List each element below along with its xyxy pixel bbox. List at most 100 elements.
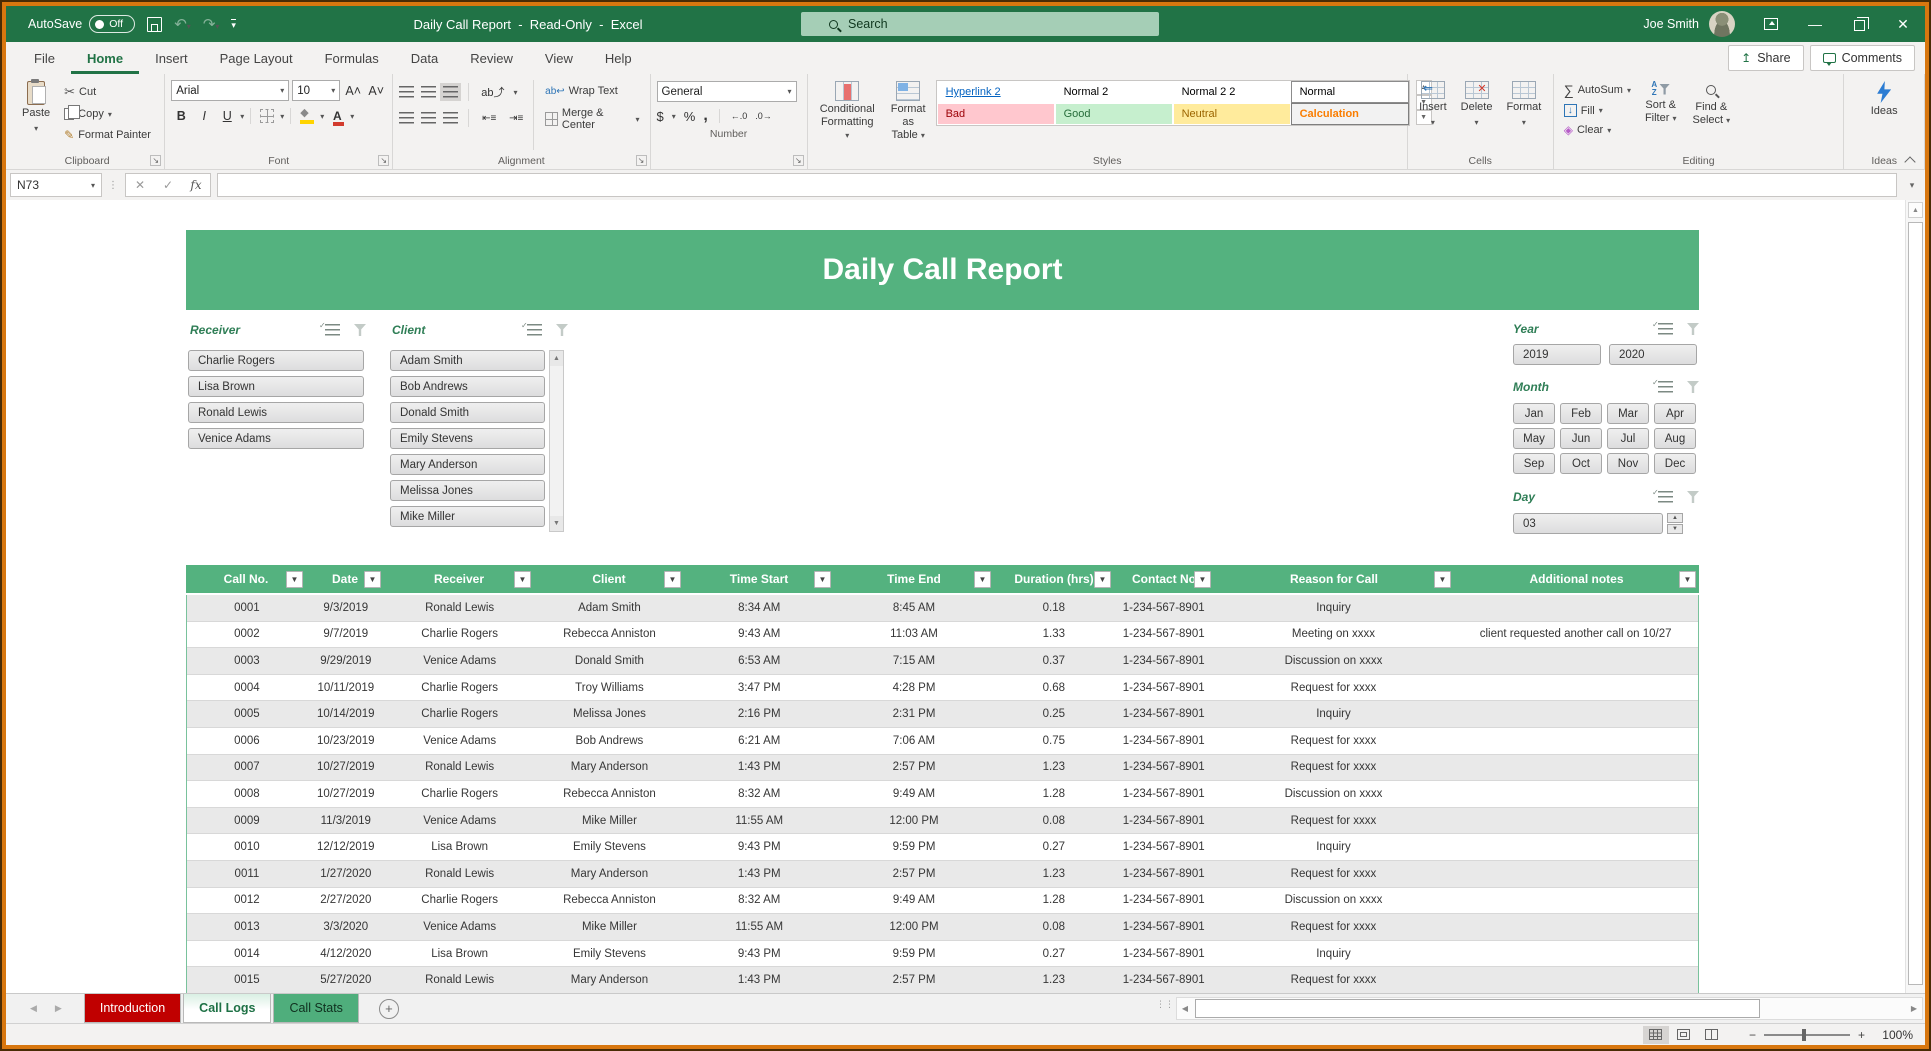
table-cell[interactable]: Mike Miller (535, 914, 685, 940)
ribbon-tab-help[interactable]: Help (589, 42, 648, 74)
filter-dropdown-icon[interactable]: ▼ (364, 571, 381, 588)
table-cell[interactable]: 1.23 (994, 967, 1114, 993)
table-cell[interactable]: 7:06 AM (834, 728, 994, 754)
ideas-button[interactable]: Ideas (1865, 78, 1904, 121)
cell-style-item[interactable]: Good (1055, 103, 1173, 125)
format-painter-button[interactable]: ✎Format Painter (60, 126, 155, 144)
ribbon-tab-home[interactable]: Home (71, 42, 139, 74)
align-top-icon[interactable] (399, 86, 414, 98)
table-cell[interactable]: Ronald Lewis (385, 595, 535, 621)
year-slicer-item[interactable]: 2020 (1609, 344, 1697, 365)
table-cell[interactable]: 10/11/2019 (307, 675, 385, 701)
table-cell[interactable]: Discussion on xxxx (1214, 888, 1454, 914)
ribbon-tab-file[interactable]: File (18, 42, 71, 74)
table-cell[interactable]: 7:15 AM (834, 648, 994, 674)
font-family-select[interactable]: Arial▾ (171, 80, 289, 101)
table-cell[interactable]: Request for xxxx (1214, 728, 1454, 754)
table-cell[interactable]: 5/27/2020 (307, 967, 385, 993)
table-cell[interactable]: Request for xxxx (1214, 675, 1454, 701)
table-cell[interactable]: 0.27 (994, 834, 1114, 860)
month-slicer-item[interactable]: Feb (1560, 403, 1602, 424)
table-cell[interactable]: 3/3/2020 (307, 914, 385, 940)
table-cell[interactable]: Rebecca Anniston (535, 888, 685, 914)
ribbon-tab-data[interactable]: Data (395, 42, 454, 74)
table-cell[interactable]: 0.75 (994, 728, 1114, 754)
multi-select-icon[interactable] (1658, 491, 1673, 503)
table-cell[interactable]: Request for xxxx (1214, 861, 1454, 887)
format-cells-button[interactable]: Format▾ (1500, 78, 1547, 132)
align-bottom-icon[interactable] (443, 86, 458, 98)
clear-filter-icon[interactable] (556, 324, 568, 336)
scroll-down-icon[interactable]: ▼ (550, 516, 563, 531)
conditional-formatting-button[interactable]: ConditionalFormatting ▾ (814, 78, 881, 145)
table-cell[interactable]: 8:45 AM (834, 595, 994, 621)
column-header[interactable]: Reason for Call▼ (1214, 565, 1454, 593)
filter-dropdown-icon[interactable]: ▼ (814, 571, 831, 588)
insert-function-icon[interactable]: fx (182, 178, 210, 192)
table-cell[interactable]: 11:55 AM (684, 914, 834, 940)
table-cell[interactable]: 11:55 AM (684, 808, 834, 834)
table-cell[interactable]: 0003 (187, 648, 307, 674)
table-cell[interactable]: 9:43 PM (684, 834, 834, 860)
table-cell[interactable]: 9/29/2019 (307, 648, 385, 674)
sheet-nav-left-icon[interactable]: ◀ (30, 1003, 37, 1014)
ribbon-tab-view[interactable]: View (529, 42, 589, 74)
underline-button[interactable]: U (217, 106, 237, 126)
page-layout-view-button[interactable] (1671, 1026, 1697, 1044)
increase-indent-icon[interactable]: ⇥≡ (506, 108, 526, 128)
quick-access-customize-icon[interactable]: ▾ (231, 19, 236, 29)
client-slicer-item[interactable]: Mary Anderson (390, 454, 545, 475)
table-cell[interactable]: Ronald Lewis (385, 967, 535, 993)
shrink-font-button[interactable]: A˅ (366, 81, 386, 101)
receiver-slicer-item[interactable]: Ronald Lewis (188, 402, 364, 423)
table-cell[interactable]: Charlie Rogers (385, 888, 535, 914)
table-cell[interactable]: Troy Williams (535, 675, 685, 701)
table-cell[interactable]: 1-234-567-8901 (1114, 914, 1214, 940)
table-cell[interactable] (1453, 701, 1698, 727)
filter-dropdown-icon[interactable]: ▼ (1679, 571, 1696, 588)
table-cell[interactable]: Emily Stevens (535, 834, 685, 860)
table-cell[interactable]: 0009 (187, 808, 307, 834)
table-cell[interactable]: 0014 (187, 941, 307, 967)
table-cell[interactable]: 12/12/2019 (307, 834, 385, 860)
table-cell[interactable] (1453, 834, 1698, 860)
table-cell[interactable]: Mike Miller (535, 808, 685, 834)
minimize-button[interactable]: — (1793, 6, 1837, 42)
table-cell[interactable] (1453, 595, 1698, 621)
clear-filter-icon[interactable] (1687, 323, 1699, 335)
worksheet[interactable]: Daily Call Report Receiver Charlie Roger… (6, 200, 1925, 993)
collapse-ribbon-icon[interactable] (1905, 155, 1915, 165)
wrap-text-button[interactable]: ab↩Wrap Text (541, 83, 643, 99)
align-center-icon[interactable] (421, 112, 436, 124)
table-cell[interactable] (1453, 648, 1698, 674)
table-cell[interactable]: 0011 (187, 861, 307, 887)
month-slicer-item[interactable]: Aug (1654, 428, 1696, 449)
table-cell[interactable]: 1-234-567-8901 (1114, 967, 1214, 993)
table-cell[interactable]: 0.37 (994, 648, 1114, 674)
table-cell[interactable]: 0010 (187, 834, 307, 860)
avatar[interactable] (1709, 11, 1735, 37)
table-cell[interactable]: 2:57 PM (834, 861, 994, 887)
month-slicer-item[interactable]: Apr (1654, 403, 1696, 424)
sheet-nav-right-icon[interactable]: ▶ (55, 1003, 62, 1014)
month-slicer-item[interactable]: Nov (1607, 453, 1649, 474)
month-slicer-item[interactable]: Dec (1654, 453, 1696, 474)
font-size-select[interactable]: 10▾ (292, 80, 340, 101)
table-cell[interactable]: 9:59 PM (834, 834, 994, 860)
table-cell[interactable]: 2:16 PM (684, 701, 834, 727)
table-cell[interactable]: 1-234-567-8901 (1114, 701, 1214, 727)
month-slicer-item[interactable]: May (1513, 428, 1555, 449)
table-cell[interactable] (1453, 808, 1698, 834)
ribbon-tab-review[interactable]: Review (454, 42, 529, 74)
month-slicer-item[interactable]: Jan (1513, 403, 1555, 424)
filter-dropdown-icon[interactable]: ▼ (1434, 571, 1451, 588)
table-cell[interactable] (1453, 941, 1698, 967)
expand-formula-bar-icon[interactable]: ▾ (1903, 180, 1921, 191)
table-cell[interactable]: 1-234-567-8901 (1114, 808, 1214, 834)
table-cell[interactable]: Lisa Brown (385, 834, 535, 860)
table-cell[interactable] (1453, 728, 1698, 754)
grow-font-button[interactable]: A˄ (343, 81, 363, 101)
confirm-entry-icon[interactable]: ✓ (154, 178, 182, 192)
client-slicer-item[interactable]: Emily Stevens (390, 428, 545, 449)
table-cell[interactable]: 11:03 AM (834, 622, 994, 648)
